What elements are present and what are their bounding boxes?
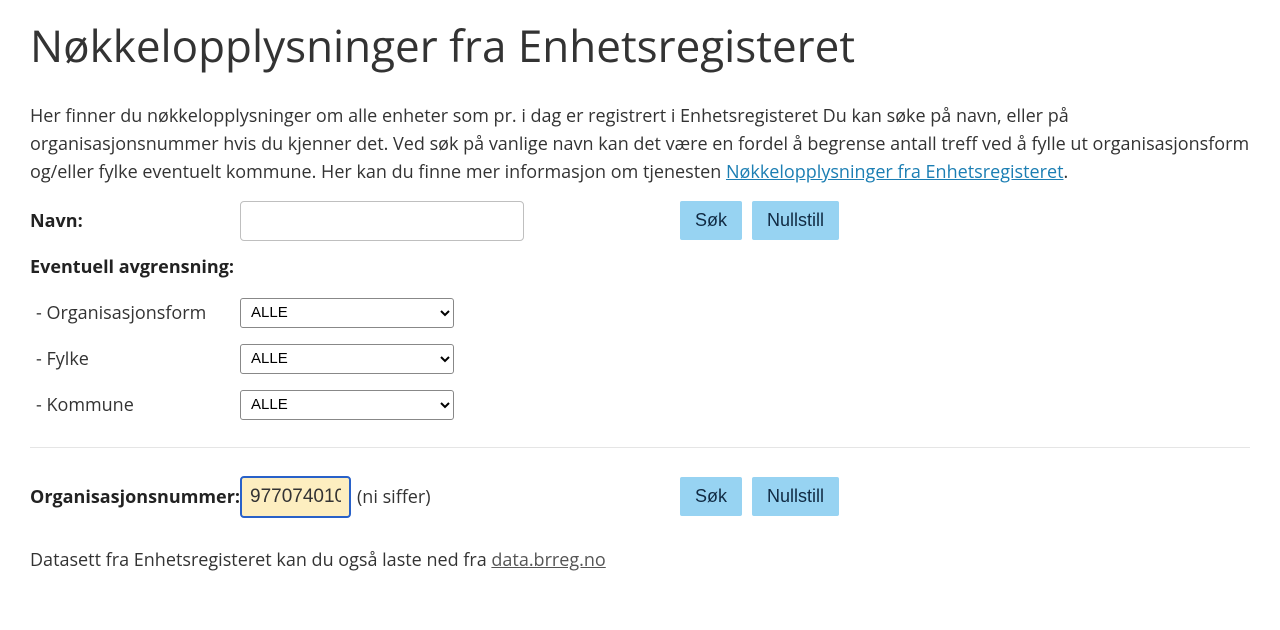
orgform-select[interactable]: ALLE xyxy=(240,298,454,328)
kommune-input-col: ALLE xyxy=(240,390,680,420)
footer-text-before: Datasett fra Enhetsregisteret kan du ogs… xyxy=(30,548,491,572)
page-heading: Nøkkelopplysninger fra Enhetsregisteret xyxy=(30,18,1250,73)
avgrensning-label: Eventuell avgrensning: xyxy=(30,255,234,279)
fylke-select[interactable]: ALLE xyxy=(240,344,454,374)
kommune-select[interactable]: ALLE xyxy=(240,390,454,420)
orgform-label: - Organisasjonsform xyxy=(30,301,240,325)
intro-link[interactable]: Nøkkelopplysninger fra Enhetsregisteret xyxy=(726,160,1064,184)
navn-input-col xyxy=(240,201,680,241)
orgnr-label: Organisasjonsnummer: xyxy=(30,485,240,509)
nullstill-orgnr-button[interactable]: Nullstill xyxy=(752,477,839,517)
navn-buttons: Søk Nullstill xyxy=(680,201,839,241)
intro-text-after: . xyxy=(1064,160,1069,184)
orgnr-suffix: (ni siffer) xyxy=(357,485,431,509)
fylke-input-col: ALLE xyxy=(240,344,680,374)
footer-link[interactable]: data.brreg.no xyxy=(491,548,605,572)
nullstill-navn-button[interactable]: Nullstill xyxy=(752,201,839,241)
kommune-label: - Kommune xyxy=(30,393,240,417)
orgnr-input[interactable] xyxy=(240,476,351,518)
orgform-input-col: ALLE xyxy=(240,298,680,328)
footer-line: Datasett fra Enhetsregisteret kan du ogs… xyxy=(30,548,1250,572)
row-orgnr: Organisasjonsnummer: (ni siffer) Søk Nul… xyxy=(30,476,1250,518)
page-root: Nøkkelopplysninger fra Enhetsregisteret … xyxy=(0,0,1280,630)
navn-input[interactable] xyxy=(240,201,524,241)
sok-orgnr-button[interactable]: Søk xyxy=(680,477,742,517)
row-fylke: - Fylke ALLE xyxy=(30,339,1250,379)
row-kommune: - Kommune ALLE xyxy=(30,385,1250,425)
navn-label: Navn: xyxy=(30,209,240,233)
fylke-label: - Fylke xyxy=(30,347,240,371)
intro-paragraph: Her finner du nøkkelopplysninger om alle… xyxy=(30,103,1250,187)
orgnr-input-col: (ni siffer) xyxy=(240,476,680,518)
row-orgform: - Organisasjonsform ALLE xyxy=(30,293,1250,333)
row-navn: Navn: Søk Nullstill xyxy=(30,201,1250,241)
row-avgrensning-header: Eventuell avgrensning: xyxy=(30,247,1250,287)
sok-navn-button[interactable]: Søk xyxy=(680,201,742,241)
section-divider xyxy=(30,447,1250,448)
orgnr-buttons: Søk Nullstill xyxy=(680,477,839,517)
